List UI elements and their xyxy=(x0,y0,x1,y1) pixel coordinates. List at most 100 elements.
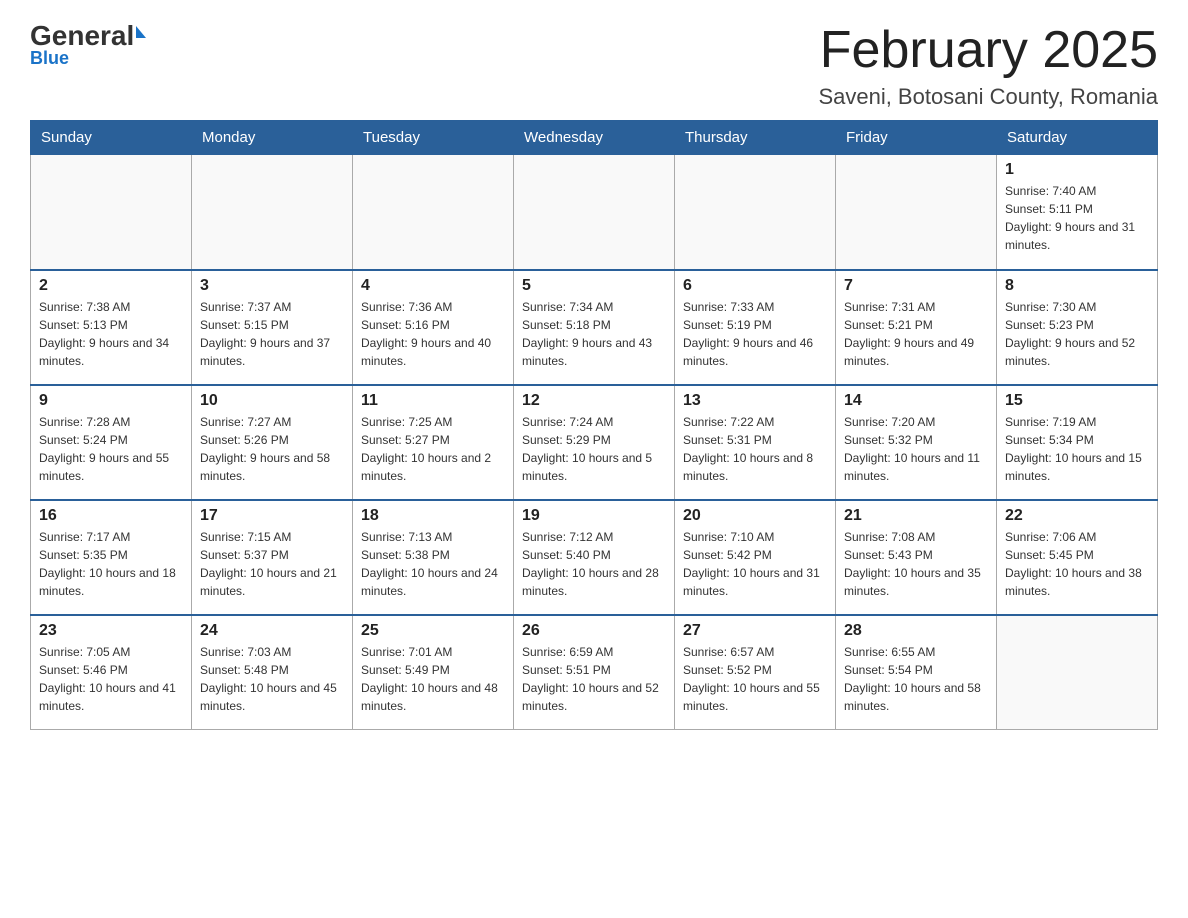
location-title: Saveni, Botosani County, Romania xyxy=(818,84,1158,110)
day-info: Sunrise: 7:13 AM Sunset: 5:38 PM Dayligh… xyxy=(361,528,505,600)
day-info: Sunrise: 7:25 AM Sunset: 5:27 PM Dayligh… xyxy=(361,413,505,485)
calendar-cell xyxy=(192,155,353,270)
calendar-cell: 26Sunrise: 6:59 AM Sunset: 5:51 PM Dayli… xyxy=(514,615,675,730)
weekday-header-thursday: Thursday xyxy=(675,121,836,155)
day-info: Sunrise: 7:38 AM Sunset: 5:13 PM Dayligh… xyxy=(39,298,183,370)
day-info: Sunrise: 7:34 AM Sunset: 5:18 PM Dayligh… xyxy=(522,298,666,370)
calendar-cell: 17 Sunrise: 7:15 AM Sunset: 5:37 PM Dayli… xyxy=(192,500,353,615)
month-title: February 2025 xyxy=(818,20,1158,80)
day-info: Sunrise: 7:20 AM Sunset: 5:32 PM Dayligh… xyxy=(844,413,988,485)
day-number: 11 xyxy=(361,392,505,410)
calendar-cell xyxy=(353,155,514,270)
day-number: 19 xyxy=(522,507,666,525)
calendar-cell: 22 Sunrise: 7:06 AM Sunset: 5:45 PM Dayli… xyxy=(997,500,1158,615)
day-number: 3 xyxy=(200,277,344,295)
day-number: 13 xyxy=(683,392,827,410)
logo-arrow-icon xyxy=(136,26,146,38)
day-info: Sunrise: 7:36 AM Sunset: 5:16 PM Dayligh… xyxy=(361,298,505,370)
day-number: 24 xyxy=(200,622,344,640)
calendar-cell xyxy=(997,615,1158,730)
weekday-header-monday: Monday xyxy=(192,121,353,155)
calendar-cell: 20Sunrise: 7:10 AM Sunset: 5:42 PM Dayli… xyxy=(675,500,836,615)
weekday-header-tuesday: Tuesday xyxy=(353,121,514,155)
day-number: 2 xyxy=(39,277,183,295)
title-area: February 2025 Saveni, Botosani County, R… xyxy=(818,20,1158,110)
week-row-5: 23 Sunrise: 7:05 AM Sunset: 5:46 PM Dayli… xyxy=(31,615,1158,730)
calendar-cell: 3 Sunrise: 7:37 AM Sunset: 5:15 PM Daylig… xyxy=(192,270,353,385)
calendar-cell: 1Sunrise: 7:40 AM Sunset: 5:11 PM Daylig… xyxy=(997,155,1158,270)
calendar-cell: 21 Sunrise: 7:08 AM Sunset: 5:43 PM Dayli… xyxy=(836,500,997,615)
day-info: Sunrise: 7:28 AM Sunset: 5:24 PM Dayligh… xyxy=(39,413,183,485)
week-row-4: 16 Sunrise: 7:17 AM Sunset: 5:35 PM Dayli… xyxy=(31,500,1158,615)
calendar-cell: 16 Sunrise: 7:17 AM Sunset: 5:35 PM Dayli… xyxy=(31,500,192,615)
calendar-cell: 6 Sunrise: 7:33 AM Sunset: 5:19 PM Daylig… xyxy=(675,270,836,385)
day-number: 21 xyxy=(844,507,988,525)
calendar-cell xyxy=(675,155,836,270)
calendar-cell: 12Sunrise: 7:24 AM Sunset: 5:29 PM Dayli… xyxy=(514,385,675,500)
calendar-cell: 25 Sunrise: 7:01 AM Sunset: 5:49 PM Dayli… xyxy=(353,615,514,730)
week-row-1: 1Sunrise: 7:40 AM Sunset: 5:11 PM Daylig… xyxy=(31,155,1158,270)
day-number: 7 xyxy=(844,277,988,295)
day-number: 10 xyxy=(200,392,344,410)
day-info: Sunrise: 7:37 AM Sunset: 5:15 PM Dayligh… xyxy=(200,298,344,370)
calendar-cell: 27Sunrise: 6:57 AM Sunset: 5:52 PM Dayli… xyxy=(675,615,836,730)
calendar-cell: 14 Sunrise: 7:20 AM Sunset: 5:32 PM Dayli… xyxy=(836,385,997,500)
day-info: Sunrise: 7:27 AM Sunset: 5:26 PM Dayligh… xyxy=(200,413,344,485)
day-number: 5 xyxy=(522,277,666,295)
calendar-cell: 28 Sunrise: 6:55 AM Sunset: 5:54 PM Dayli… xyxy=(836,615,997,730)
day-info: Sunrise: 7:01 AM Sunset: 5:49 PM Dayligh… xyxy=(361,643,505,715)
day-number: 1 xyxy=(1005,161,1149,179)
day-info: Sunrise: 7:31 AM Sunset: 5:21 PM Dayligh… xyxy=(844,298,988,370)
weekday-header-friday: Friday xyxy=(836,121,997,155)
day-info: Sunrise: 7:22 AM Sunset: 5:31 PM Dayligh… xyxy=(683,413,827,485)
week-row-2: 2 Sunrise: 7:38 AM Sunset: 5:13 PM Daylig… xyxy=(31,270,1158,385)
day-info: Sunrise: 7:12 AM Sunset: 5:40 PM Dayligh… xyxy=(522,528,666,600)
day-info: Sunrise: 7:06 AM Sunset: 5:45 PM Dayligh… xyxy=(1005,528,1149,600)
calendar-cell: 5 Sunrise: 7:34 AM Sunset: 5:18 PM Daylig… xyxy=(514,270,675,385)
day-info: Sunrise: 7:30 AM Sunset: 5:23 PM Dayligh… xyxy=(1005,298,1149,370)
calendar-cell xyxy=(836,155,997,270)
day-info: Sunrise: 7:15 AM Sunset: 5:37 PM Dayligh… xyxy=(200,528,344,600)
day-info: Sunrise: 6:57 AM Sunset: 5:52 PM Dayligh… xyxy=(683,643,827,715)
day-number: 4 xyxy=(361,277,505,295)
calendar-cell xyxy=(31,155,192,270)
day-number: 16 xyxy=(39,507,183,525)
day-info: Sunrise: 6:55 AM Sunset: 5:54 PM Dayligh… xyxy=(844,643,988,715)
weekday-header-wednesday: Wednesday xyxy=(514,121,675,155)
day-number: 22 xyxy=(1005,507,1149,525)
logo-blue-text: Blue xyxy=(30,48,69,69)
day-number: 23 xyxy=(39,622,183,640)
day-number: 15 xyxy=(1005,392,1149,410)
weekday-header-sunday: Sunday xyxy=(31,121,192,155)
page-header: General Blue February 2025 Saveni, Botos… xyxy=(30,20,1158,110)
calendar-cell: 23 Sunrise: 7:05 AM Sunset: 5:46 PM Dayli… xyxy=(31,615,192,730)
day-info: Sunrise: 7:19 AM Sunset: 5:34 PM Dayligh… xyxy=(1005,413,1149,485)
calendar-cell xyxy=(514,155,675,270)
calendar-cell: 15 Sunrise: 7:19 AM Sunset: 5:34 PM Dayli… xyxy=(997,385,1158,500)
weekday-header-saturday: Saturday xyxy=(997,121,1158,155)
day-info: Sunrise: 7:05 AM Sunset: 5:46 PM Dayligh… xyxy=(39,643,183,715)
weekday-header-row: SundayMondayTuesdayWednesdayThursdayFrid… xyxy=(31,121,1158,155)
week-row-3: 9 Sunrise: 7:28 AM Sunset: 5:24 PM Daylig… xyxy=(31,385,1158,500)
calendar-cell: 11 Sunrise: 7:25 AM Sunset: 5:27 PM Dayli… xyxy=(353,385,514,500)
calendar-cell: 13 Sunrise: 7:22 AM Sunset: 5:31 PM Dayli… xyxy=(675,385,836,500)
logo: General Blue xyxy=(30,20,146,69)
calendar-cell: 24Sunrise: 7:03 AM Sunset: 5:48 PM Dayli… xyxy=(192,615,353,730)
day-number: 9 xyxy=(39,392,183,410)
day-number: 28 xyxy=(844,622,988,640)
calendar-cell: 7 Sunrise: 7:31 AM Sunset: 5:21 PM Daylig… xyxy=(836,270,997,385)
day-info: Sunrise: 6:59 AM Sunset: 5:51 PM Dayligh… xyxy=(522,643,666,715)
day-number: 17 xyxy=(200,507,344,525)
calendar-cell: 2 Sunrise: 7:38 AM Sunset: 5:13 PM Daylig… xyxy=(31,270,192,385)
calendar-cell: 18 Sunrise: 7:13 AM Sunset: 5:38 PM Dayli… xyxy=(353,500,514,615)
day-info: Sunrise: 7:08 AM Sunset: 5:43 PM Dayligh… xyxy=(844,528,988,600)
day-number: 18 xyxy=(361,507,505,525)
day-number: 25 xyxy=(361,622,505,640)
day-info: Sunrise: 7:33 AM Sunset: 5:19 PM Dayligh… xyxy=(683,298,827,370)
calendar-table: SundayMondayTuesdayWednesdayThursdayFrid… xyxy=(30,120,1158,730)
calendar-cell: 10 Sunrise: 7:27 AM Sunset: 5:26 PM Dayli… xyxy=(192,385,353,500)
day-number: 14 xyxy=(844,392,988,410)
day-number: 12 xyxy=(522,392,666,410)
day-number: 6 xyxy=(683,277,827,295)
day-info: Sunrise: 7:17 AM Sunset: 5:35 PM Dayligh… xyxy=(39,528,183,600)
